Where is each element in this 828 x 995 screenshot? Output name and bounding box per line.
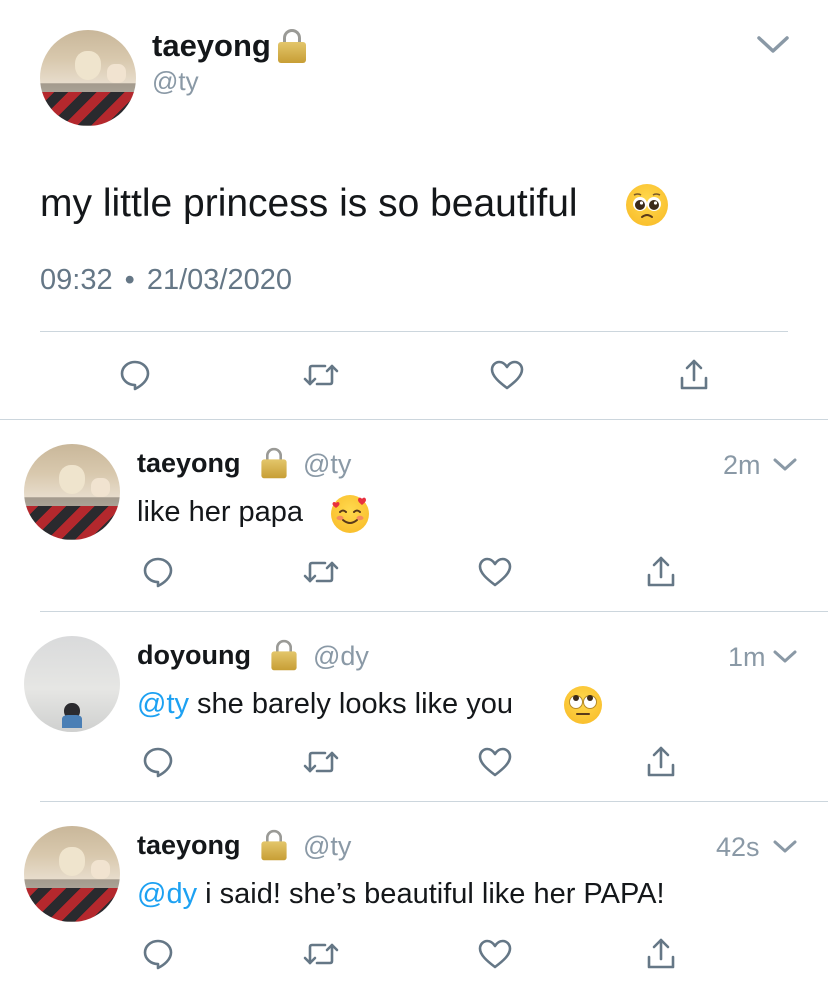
- reply-tweet: taeyong @ty 42s @dy i said! she’s beauti…: [0, 802, 828, 995]
- tweet-body: she barely looks like you: [189, 688, 513, 720]
- tweet-text: @dy i said! she’s beautiful like her PAP…: [137, 878, 665, 911]
- pleading-face-emoji-icon: [626, 184, 668, 226]
- avatar[interactable]: [24, 826, 120, 922]
- share-upload-icon: [647, 556, 675, 587]
- divider: [40, 331, 788, 332]
- author-name[interactable]: taeyong: [137, 830, 241, 861]
- like-button[interactable]: [475, 934, 515, 974]
- like-button[interactable]: [475, 552, 515, 592]
- author-handle[interactable]: @ty: [303, 449, 351, 480]
- retweet-button[interactable]: [301, 934, 341, 974]
- share-upload-icon: [647, 938, 675, 969]
- share-button[interactable]: [674, 355, 714, 395]
- tweet-time: 09:32: [40, 264, 113, 296]
- speech-bubble-icon: [143, 557, 173, 588]
- reply-tweet: doyoung @dy 1m @ty she barely looks like…: [0, 612, 828, 802]
- heart-icon: [478, 557, 512, 587]
- lock-icon: [261, 829, 287, 861]
- author-handle[interactable]: @ty: [152, 66, 199, 97]
- tweet-text: @ty she barely looks like you: [137, 688, 513, 721]
- mention-link[interactable]: @dy: [137, 878, 197, 910]
- speech-bubble-icon: [143, 939, 173, 970]
- author-name[interactable]: taeyong: [152, 28, 271, 64]
- retweet-icon: [303, 943, 339, 965]
- time-ago: 42s: [716, 832, 760, 862]
- heart-icon: [490, 360, 524, 390]
- author-name[interactable]: doyoung: [137, 640, 251, 671]
- main-tweet: taeyong @ty my little princess is so bea…: [0, 0, 828, 420]
- share-button[interactable]: [641, 552, 681, 592]
- like-button[interactable]: [487, 355, 527, 395]
- avatar[interactable]: [40, 30, 136, 126]
- reply-button[interactable]: [115, 355, 155, 395]
- avatar[interactable]: [24, 444, 120, 540]
- tweet-body: i said! she’s beautiful like her PAPA!: [197, 878, 665, 910]
- smiling-face-with-hearts-emoji-icon: [331, 495, 369, 533]
- share-upload-icon: [680, 359, 708, 390]
- chevron-down-icon[interactable]: [772, 648, 798, 666]
- avatar[interactable]: [24, 636, 120, 732]
- heart-icon: [478, 939, 512, 969]
- heart-icon: [478, 747, 512, 777]
- lock-icon: [261, 447, 287, 479]
- author-handle[interactable]: @dy: [313, 641, 369, 672]
- retweet-icon: [303, 751, 339, 773]
- author-name[interactable]: taeyong: [137, 448, 241, 479]
- chevron-down-icon[interactable]: [772, 456, 798, 474]
- retweet-button[interactable]: [301, 355, 341, 395]
- share-button[interactable]: [641, 934, 681, 974]
- mention-link[interactable]: @ty: [137, 688, 189, 720]
- time-ago: 1m: [728, 642, 766, 672]
- lock-icon: [278, 29, 306, 63]
- reply-button[interactable]: [138, 552, 178, 592]
- chevron-down-icon[interactable]: [756, 34, 790, 56]
- tweet-body: like her papa: [137, 496, 304, 528]
- share-upload-icon: [647, 746, 675, 777]
- retweet-icon: [303, 364, 339, 386]
- tweet-text: my little princess is so beautiful: [40, 182, 578, 225]
- meta-separator: •: [124, 264, 135, 296]
- retweet-button[interactable]: [301, 742, 341, 782]
- reply-button[interactable]: [138, 934, 178, 974]
- time-ago: 2m: [723, 450, 761, 480]
- share-button[interactable]: [641, 742, 681, 782]
- reply-tweet: taeyong @ty 2m like her papa: [0, 420, 828, 612]
- retweet-icon: [303, 561, 339, 583]
- speech-bubble-icon: [143, 747, 173, 778]
- speech-bubble-icon: [120, 360, 150, 391]
- face-with-rolling-eyes-emoji-icon: [564, 686, 602, 724]
- retweet-button[interactable]: [301, 552, 341, 592]
- author-handle[interactable]: @ty: [303, 831, 351, 862]
- like-button[interactable]: [475, 742, 515, 782]
- tweet-timestamp: 09:32 • 21/03/2020: [40, 264, 292, 297]
- tweet-text: like her papa: [137, 496, 303, 529]
- reply-button[interactable]: [138, 742, 178, 782]
- tweet-date: 21/03/2020: [146, 264, 293, 296]
- chevron-down-icon[interactable]: [772, 838, 798, 856]
- lock-icon: [271, 639, 297, 671]
